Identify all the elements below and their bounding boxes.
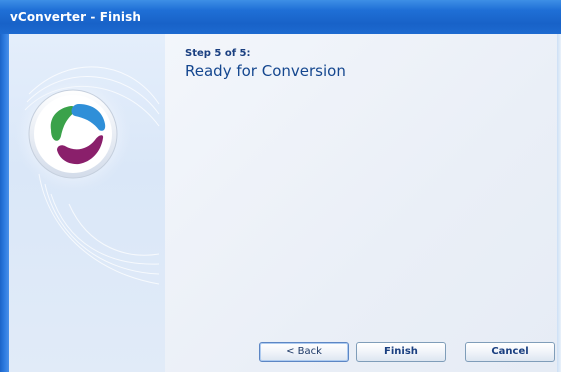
window-title: vConverter - Finish: [10, 10, 141, 24]
window-frame-left: [0, 34, 9, 372]
sidebar-decoration: [15, 66, 160, 285]
cancel-button[interactable]: Cancel: [465, 342, 555, 362]
vconverter-logo-icon: [28, 89, 118, 179]
wizard-sidebar: [9, 34, 165, 372]
window-frame-right: [557, 34, 561, 372]
back-button[interactable]: < Back: [259, 342, 349, 362]
title-bar[interactable]: vConverter - Finish: [0, 0, 561, 34]
page-title: Ready for Conversion: [185, 62, 346, 80]
wizard-content: Step 5 of 5: Ready for Conversion < Back…: [165, 34, 557, 372]
step-indicator: Step 5 of 5:: [185, 48, 251, 59]
wizard-window: vConverter - Finish Step 5 of 5: Ready f…: [0, 0, 561, 372]
finish-button[interactable]: Finish: [356, 342, 446, 362]
